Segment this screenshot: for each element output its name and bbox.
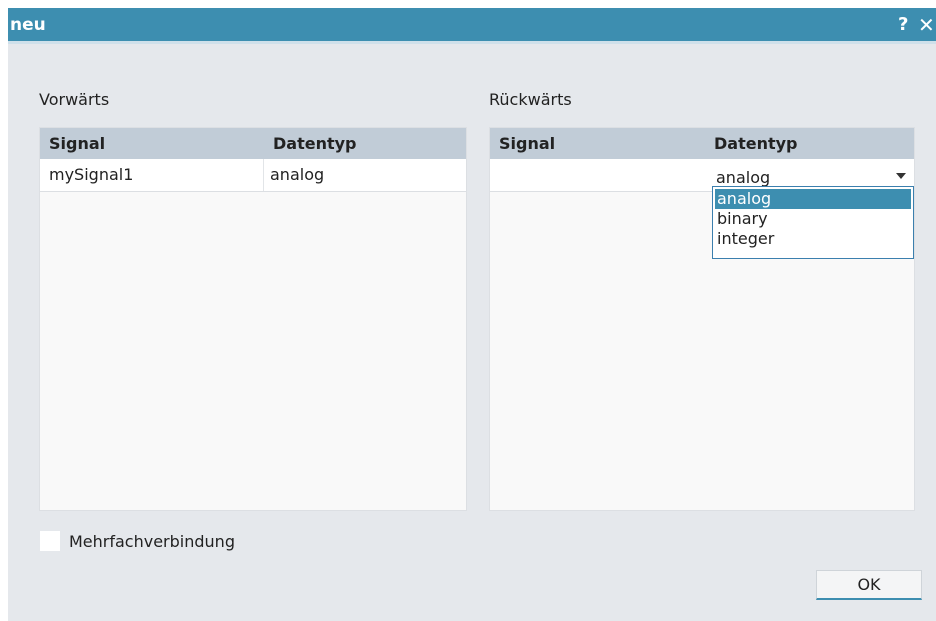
forward-signal-table: Signal Datentyp mySignal1 analog: [39, 127, 467, 511]
help-icon[interactable]: ?: [898, 14, 908, 35]
ok-button[interactable]: OK: [816, 570, 922, 600]
multi-connection-checkbox[interactable]: [40, 531, 60, 551]
forward-row-signal-cell[interactable]: mySignal1: [49, 165, 133, 184]
dialog-title: neu: [10, 15, 46, 35]
forward-column-signal: Signal: [49, 134, 106, 153]
chevron-down-icon[interactable]: [896, 173, 906, 179]
backward-table-header: Signal Datentyp: [490, 128, 914, 159]
close-icon[interactable]: ✕: [918, 13, 935, 37]
backward-signal-table: Signal Datentyp analog: [489, 127, 915, 511]
forward-table-header: Signal Datentyp: [40, 128, 466, 159]
datatype-dropdown-list: analog binary integer: [712, 186, 914, 259]
title-bar[interactable]: neu ? ✕: [8, 8, 936, 44]
dropdown-option-analog[interactable]: analog: [715, 189, 911, 209]
multi-connection-label: Mehrfachverbindung: [69, 532, 235, 551]
dropdown-option-integer[interactable]: integer: [715, 229, 911, 249]
column-divider: [263, 159, 264, 191]
forward-column-datatype: Datentyp: [273, 134, 357, 153]
forward-table-row[interactable]: mySignal1 analog: [40, 159, 466, 192]
backward-column-signal: Signal: [499, 134, 556, 153]
backward-section-label: Rückwärts: [489, 90, 572, 109]
dialog-window: neu ? ✕ Vorwärts Signal Datentyp mySigna…: [8, 8, 936, 621]
forward-row-datatype-cell[interactable]: analog: [270, 165, 324, 184]
backward-column-datatype: Datentyp: [714, 134, 798, 153]
datatype-select[interactable]: analog: [714, 163, 914, 188]
dropdown-option-binary[interactable]: binary: [715, 209, 911, 229]
forward-section-label: Vorwärts: [39, 90, 110, 109]
datatype-select-value: analog: [716, 168, 771, 187]
